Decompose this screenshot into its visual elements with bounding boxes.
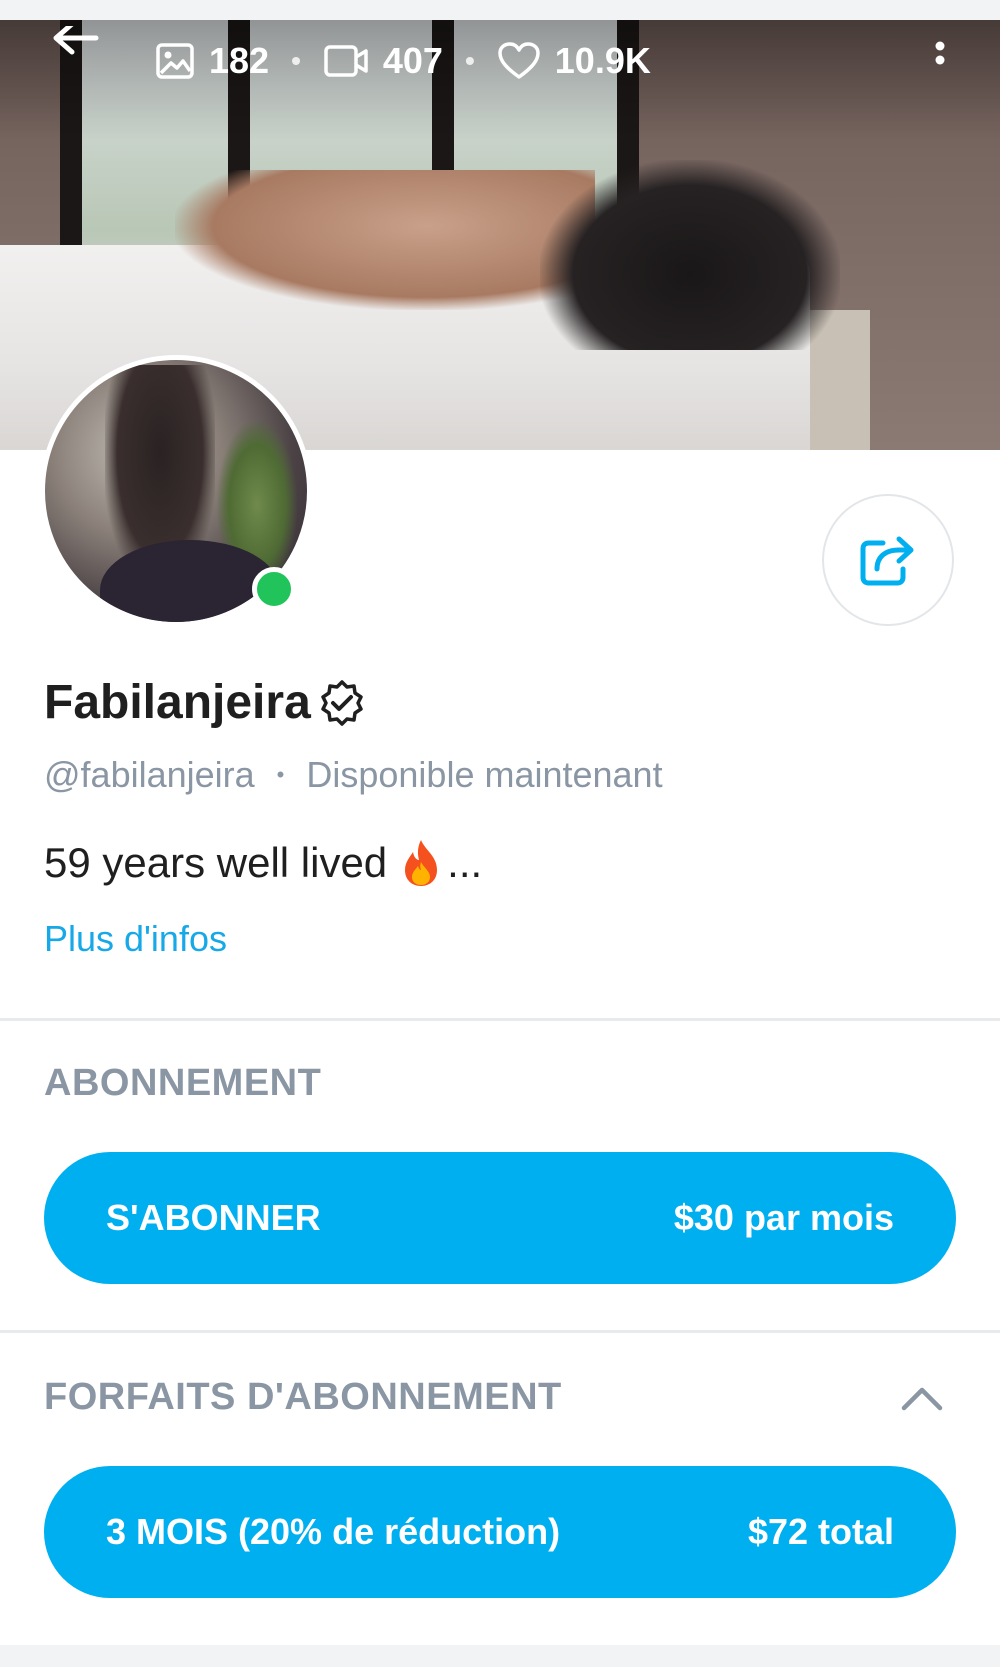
stat-videos[interactable]: 407 [323,40,443,82]
subline-separator: • [276,762,285,787]
flame-icon [405,840,438,886]
profile-bio: 59 years well lived ... [44,838,482,888]
profile-subline: @fabilanjeira • Disponible maintenant [44,754,663,796]
profile-name-row: Fabilanjeira [44,675,367,730]
image-icon [156,43,194,79]
profile-stats: 182 • 407 • 10.9K [155,36,651,86]
subscribe-price: $30 par mois [673,1197,894,1238]
stat-likes[interactable]: 10.9K [497,40,651,82]
back-arrow-icon [53,21,99,55]
bundle-3-months-button[interactable]: 3 MOIS (20% de réduction) $72 total [44,1466,956,1598]
cover-top-bar: 182 • 407 • 10.9K [0,20,1000,100]
status-strip [0,0,1000,20]
stat-images[interactable]: 182 [155,40,269,82]
stat-images-count: 182 [209,40,270,81]
more-options-button[interactable] [925,40,955,80]
bundle-price: $72 total [747,1511,894,1552]
bundle-label: 3 MOIS (20% de réduction) [106,1511,561,1552]
bio-text: 59 years well lived [44,839,388,886]
bio-ellipsis: ... [447,839,483,886]
verified-badge-icon [321,679,363,726]
stat-videos-count: 407 [382,40,443,81]
stat-separator: • [291,45,301,76]
bottom-strip [0,1645,1000,1667]
profile-handle: @fabilanjeira [44,754,255,795]
stat-likes-count: 10.9K [554,40,651,81]
bundles-section-title: FORFAITS D'ABONNEMENT [44,1376,562,1418]
more-vertical-icon [935,41,945,65]
profile-availability: Disponible maintenant [306,754,663,795]
subscribe-button[interactable]: S'ABONNER $30 par mois [44,1152,956,1284]
more-info-link[interactable]: Plus d'infos [44,918,227,960]
heart-icon [498,42,540,79]
share-icon [860,536,914,586]
section-divider [0,1018,1000,1021]
video-icon [324,45,368,77]
online-status-indicator [252,567,296,611]
stat-separator: • [464,45,475,76]
chevron-up-icon[interactable] [900,1382,944,1412]
subscription-section-title: ABONNEMENT [44,1062,322,1104]
subscribe-label: S'ABONNER [106,1197,321,1238]
section-divider [0,1330,1000,1333]
profile-name: Fabilanjeira [44,676,311,729]
back-button[interactable] [48,21,100,66]
share-button[interactable] [822,494,954,626]
